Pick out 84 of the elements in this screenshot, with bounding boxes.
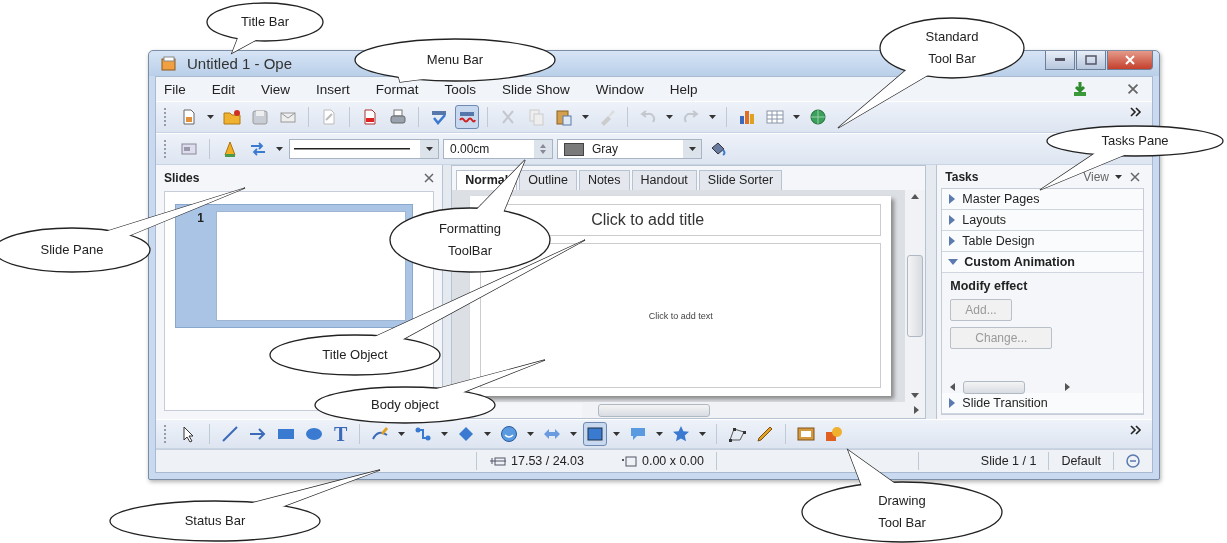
- position-icon: [489, 455, 507, 467]
- collapsed-triangle-icon: [948, 194, 957, 204]
- pane-title: Slides: [164, 171, 200, 185]
- section-heading: Modify effect: [950, 279, 1029, 293]
- caret-icon[interactable]: [688, 147, 696, 151]
- caret-icon[interactable]: [276, 147, 283, 151]
- task-section[interactable]: Slide Transition: [942, 393, 1143, 414]
- caret-icon[interactable]: [699, 432, 707, 436]
- size-icon: [622, 455, 638, 467]
- caret-icon[interactable]: [207, 115, 214, 119]
- caret-icon[interactable]: [398, 432, 406, 436]
- callout-label: Drawing Tool Bar: [878, 492, 926, 532]
- view-tab[interactable]: Slide Sorter: [698, 170, 783, 190]
- callout-label: Tasks Pane: [1101, 132, 1169, 150]
- caret-icon[interactable]: [441, 432, 449, 436]
- collapsed-triangle-icon: [948, 398, 957, 408]
- line-sample-icon: [294, 147, 410, 151]
- text-tool[interactable]: T: [330, 424, 352, 444]
- view-tab[interactable]: Notes: [578, 170, 630, 190]
- caret-icon[interactable]: [1115, 174, 1122, 179]
- menu-item[interactable]: Help: [669, 81, 698, 97]
- caret-icon[interactable]: [709, 115, 716, 119]
- layout-name: Default: [1048, 452, 1113, 470]
- caret-icon[interactable]: [666, 115, 673, 119]
- view-tab[interactable]: Handout: [631, 170, 697, 190]
- scroll-left-icon[interactable]: [950, 383, 956, 391]
- menu-item[interactable]: Window: [595, 81, 644, 97]
- body-placeholder[interactable]: Click to add text: [648, 310, 713, 321]
- collapsed-triangle-icon: [948, 236, 957, 246]
- task-section[interactable]: Table Design: [942, 231, 1143, 252]
- scroll-right-icon[interactable]: [1065, 383, 1071, 391]
- menu-item[interactable]: File: [164, 81, 186, 97]
- flowchart-icon[interactable]: [583, 422, 608, 446]
- menu-item[interactable]: Insert: [316, 81, 350, 97]
- line-width-field[interactable]: 0.00cm: [443, 139, 553, 159]
- callout-label: Title Bar: [241, 13, 289, 31]
- expanded-triangle-icon: [948, 258, 959, 266]
- view-tab[interactable]: Outline: [519, 170, 577, 190]
- caret-icon[interactable]: [484, 432, 492, 436]
- menu-item[interactable]: Format: [375, 81, 419, 97]
- zoom-out-icon[interactable]: [1126, 454, 1140, 468]
- menu-item[interactable]: View: [261, 81, 291, 97]
- task-section[interactable]: Master Pages: [942, 189, 1143, 210]
- menu-item[interactable]: Edit: [211, 81, 236, 97]
- scroll-up-icon[interactable]: [911, 194, 920, 199]
- caret-icon[interactable]: [582, 115, 589, 119]
- caret-icon[interactable]: [613, 432, 621, 436]
- callout-label: Body object: [371, 396, 439, 414]
- title-placeholder[interactable]: Click to add title: [591, 211, 705, 229]
- pane-title: Tasks: [945, 169, 979, 184]
- close-icon[interactable]: [424, 173, 435, 183]
- task-section[interactable]: Custom Animation: [942, 252, 1143, 273]
- callout-label: Status Bar: [184, 512, 246, 530]
- caret-icon[interactable]: [527, 432, 535, 436]
- slide-counter: Slide 1 / 1: [980, 454, 1037, 468]
- callout-label: Title Object: [322, 346, 388, 364]
- spinner-icon[interactable]: [539, 143, 547, 155]
- view-menu[interactable]: View: [1083, 169, 1109, 184]
- callout-label: Menu Bar: [426, 51, 484, 69]
- collapsed-triangle-icon: [948, 215, 957, 225]
- auto-spellcheck-icon[interactable]: [455, 105, 479, 129]
- callout-label: Slide Pane: [40, 241, 104, 259]
- minimize-icon[interactable]: [1055, 58, 1065, 62]
- close-icon[interactable]: [1130, 171, 1140, 182]
- caret-icon[interactable]: [656, 432, 664, 436]
- position-readout: 17.53 / 24.03: [511, 454, 584, 468]
- caret-icon[interactable]: [425, 147, 433, 151]
- caret-icon[interactable]: [570, 432, 578, 436]
- caret-icon[interactable]: [793, 115, 800, 119]
- menu-item[interactable]: Tools: [444, 81, 477, 97]
- window-title: Untitled 1 - Ope: [187, 55, 293, 72]
- size-readout: 0.00 x 0.00: [642, 454, 704, 468]
- horizontal-scrollbar[interactable]: [582, 402, 926, 418]
- slide-thumbnail[interactable]: 1: [175, 204, 413, 328]
- vertical-scrollbar[interactable]: [905, 190, 926, 402]
- callout-label: Standard Tool Bar: [925, 28, 979, 68]
- task-section[interactable]: Layouts: [942, 210, 1143, 231]
- maximize-icon[interactable]: [1085, 55, 1097, 65]
- area-color-dropdown[interactable]: Gray: [557, 139, 702, 159]
- menu-item[interactable]: Slide Show: [502, 81, 570, 97]
- scroll-down-icon[interactable]: [911, 393, 920, 398]
- callout-label: Formatting ToolBar: [438, 220, 502, 260]
- scroll-right-icon[interactable]: [914, 406, 920, 414]
- line-style-dropdown[interactable]: [289, 139, 439, 159]
